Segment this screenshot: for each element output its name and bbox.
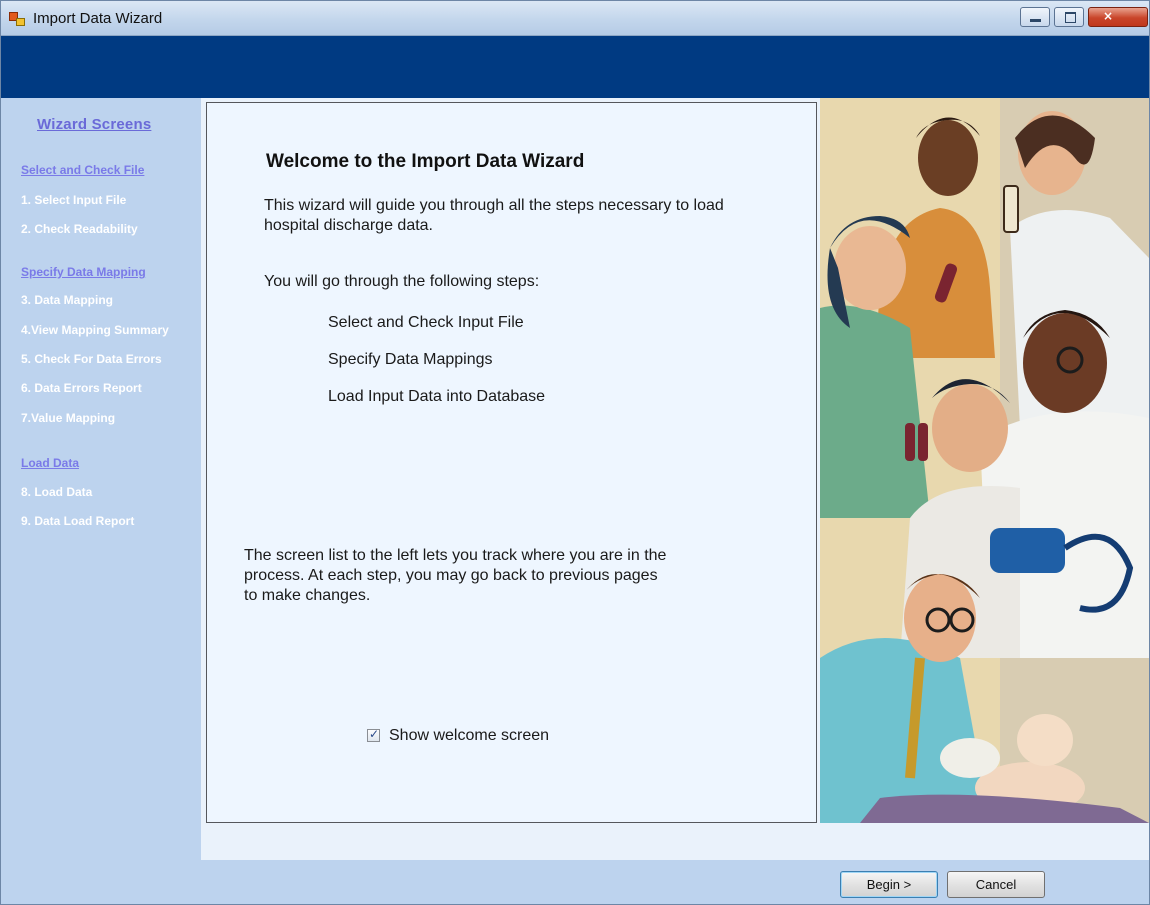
note-text-line-2: process. At each step, you may go back t… xyxy=(244,567,658,584)
import-data-wizard-window: Import Data Wizard × Wizard Screens Sele… xyxy=(0,0,1150,905)
note-text-line-1: The screen list to the left lets you tra… xyxy=(244,547,667,564)
step-select-and-check-input-file: Select and Check Input File xyxy=(328,314,524,331)
sidebar-item-select-input-file[interactable]: 1. Select Input File xyxy=(21,193,126,207)
section-specify-data-mapping[interactable]: Specify Data Mapping xyxy=(21,265,146,279)
sidebar-item-data-mapping[interactable]: 3. Data Mapping xyxy=(21,293,113,307)
medical-staff-illustration xyxy=(820,98,1149,823)
sidebar-item-view-mapping-summary[interactable]: 4.View Mapping Summary xyxy=(21,323,169,337)
app-icon xyxy=(9,10,25,26)
intro-text-line-2: hospital discharge data. xyxy=(264,217,433,234)
step-specify-data-mappings: Specify Data Mappings xyxy=(328,351,493,368)
sidebar-item-check-for-data-errors[interactable]: 5. Check For Data Errors xyxy=(21,352,162,366)
close-icon: × xyxy=(1102,9,1114,23)
checkmark-icon: ✓ xyxy=(369,727,380,741)
window-title: Import Data Wizard xyxy=(33,10,163,27)
sidebar-item-value-mapping[interactable]: 7.Value Mapping xyxy=(21,411,115,425)
note-text-line-3: to make changes. xyxy=(244,587,371,604)
section-load-data[interactable]: Load Data xyxy=(21,456,79,470)
minimize-button[interactable] xyxy=(1020,7,1050,27)
wizard-screens-sidebar: Wizard Screens Select and Check File 1. … xyxy=(1,98,201,904)
section-select-and-check-file[interactable]: Select and Check File xyxy=(21,163,144,177)
close-button[interactable]: × xyxy=(1088,7,1148,27)
sidebar-item-check-readability[interactable]: 2. Check Readability xyxy=(21,222,138,236)
header-band xyxy=(1,36,1149,98)
sidebar-title[interactable]: Wizard Screens xyxy=(37,116,151,133)
sidebar-item-load-data[interactable]: 8. Load Data xyxy=(21,485,92,499)
minimize-icon xyxy=(1030,19,1041,22)
sidebar-item-data-errors-report[interactable]: 6. Data Errors Report xyxy=(21,381,142,395)
welcome-panel: Welcome to the Import Data Wizard This w… xyxy=(206,102,817,823)
sidebar-item-data-load-report[interactable]: 9. Data Load Report xyxy=(21,514,134,528)
cancel-button[interactable]: Cancel xyxy=(947,871,1045,898)
begin-button[interactable]: Begin > xyxy=(840,871,938,898)
title-bar[interactable]: Import Data Wizard × xyxy=(1,1,1149,36)
steps-heading: You will go through the following steps: xyxy=(264,273,540,290)
page-title: Welcome to the Import Data Wizard xyxy=(266,151,585,172)
show-welcome-label[interactable]: Show welcome screen xyxy=(389,727,549,745)
step-load-input-data: Load Input Data into Database xyxy=(328,388,546,405)
show-welcome-checkbox[interactable]: ✓ xyxy=(367,727,380,742)
intro-text-line-1: This wizard will guide you through all t… xyxy=(264,197,724,214)
